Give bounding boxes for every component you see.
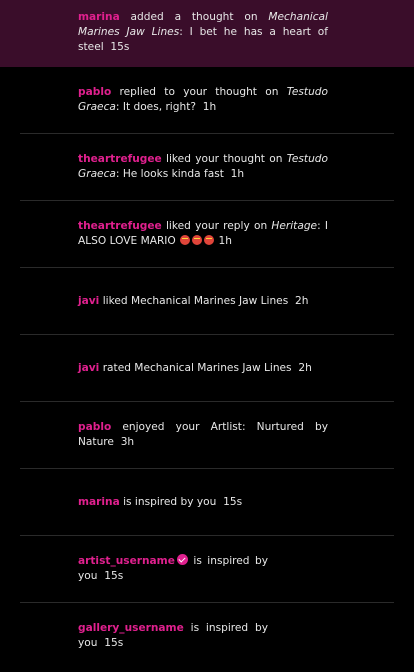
- notification-feed: marina added a thought on Mechanical Mar…: [0, 0, 414, 670]
- notification-item[interactable]: pablo replied to your thought on Testudo…: [20, 67, 394, 134]
- comment-text: : He looks kinda fast: [115, 168, 224, 180]
- timestamp: 1h: [218, 235, 232, 247]
- timestamp: 15s: [104, 570, 124, 582]
- notification-item[interactable]: theartrefugee liked your reply on Herita…: [20, 201, 394, 268]
- star-struck-emoji-icon: [180, 235, 191, 245]
- notification-text: theartrefugee liked your thought on Test…: [78, 152, 328, 182]
- notification-item[interactable]: pablo enjoyed your Artlist: Nurtured by …: [20, 402, 394, 469]
- timestamp: 3h: [120, 436, 135, 448]
- notification-text: pablo replied to your thought on Testudo…: [78, 85, 328, 115]
- username-link[interactable]: gallery_username: [78, 622, 184, 634]
- action-text: liked Mechanical Marines Jaw Lines: [99, 295, 289, 307]
- username-link[interactable]: pablo: [78, 86, 111, 98]
- timestamp: 2h: [298, 362, 312, 374]
- action-text: replied to your thought on: [111, 86, 287, 98]
- notification-text: marina added a thought on Mechanical Mar…: [78, 10, 328, 55]
- notification-text: javi liked Mechanical Marines Jaw Lines …: [78, 294, 328, 309]
- timestamp: 1h: [230, 168, 245, 180]
- notification-item[interactable]: gallery_username is inspired by you 15s: [20, 603, 394, 670]
- timestamp: 15s: [104, 637, 124, 649]
- action-text: enjoyed your Artlist: Nurtured by Nature: [78, 421, 328, 448]
- timestamp: 2h: [294, 295, 309, 307]
- notification-text: pablo enjoyed your Artlist: Nurtured by …: [78, 420, 328, 450]
- username-link[interactable]: javi: [78, 362, 99, 374]
- timestamp: 15s: [223, 496, 243, 508]
- username-link[interactable]: theartrefugee: [78, 220, 162, 232]
- star-struck-emoji-icon: [192, 235, 203, 245]
- artwork-title-link[interactable]: Heritage: [271, 220, 317, 232]
- username-link[interactable]: theartrefugee: [78, 153, 162, 165]
- notification-text: gallery_username is inspired by you 15s: [78, 621, 268, 651]
- notification-text: artist_username is inspired by you 15s: [78, 554, 268, 584]
- verified-badge-icon: [176, 554, 188, 565]
- notification-item[interactable]: theartrefugee liked your thought on Test…: [20, 134, 394, 201]
- username-link[interactable]: marina: [78, 496, 120, 508]
- star-struck-emoji-icon: [204, 235, 215, 245]
- timestamp: 1h: [202, 101, 217, 113]
- action-text: rated Mechanical Marines Jaw Lines: [99, 362, 292, 374]
- notification-item[interactable]: javi rated Mechanical Marines Jaw Lines …: [20, 335, 394, 402]
- notification-text: theartrefugee liked your reply on Herita…: [78, 219, 328, 249]
- notification-text: javi rated Mechanical Marines Jaw Lines …: [78, 361, 328, 376]
- notification-item[interactable]: artist_username is inspired by you 15s: [20, 536, 394, 603]
- timestamp: 15s: [110, 41, 130, 53]
- notification-item-highlighted[interactable]: marina added a thought on Mechanical Mar…: [0, 0, 414, 67]
- username-link[interactable]: pablo: [78, 421, 111, 433]
- action-text: added a thought on: [119, 11, 269, 23]
- action-text: liked your reply on: [161, 220, 272, 232]
- action-text: liked your thought on: [161, 153, 287, 165]
- username-link[interactable]: artist_username: [78, 555, 175, 567]
- notification-item[interactable]: marina is inspired by you 15s: [20, 469, 394, 536]
- username-link[interactable]: javi: [78, 295, 99, 307]
- username-link[interactable]: marina: [78, 11, 120, 23]
- comment-text: : It does, right?: [115, 101, 196, 113]
- notification-text: marina is inspired by you 15s: [78, 495, 328, 510]
- action-text: is inspired by you: [119, 496, 217, 508]
- notification-item[interactable]: javi liked Mechanical Marines Jaw Lines …: [20, 268, 394, 335]
